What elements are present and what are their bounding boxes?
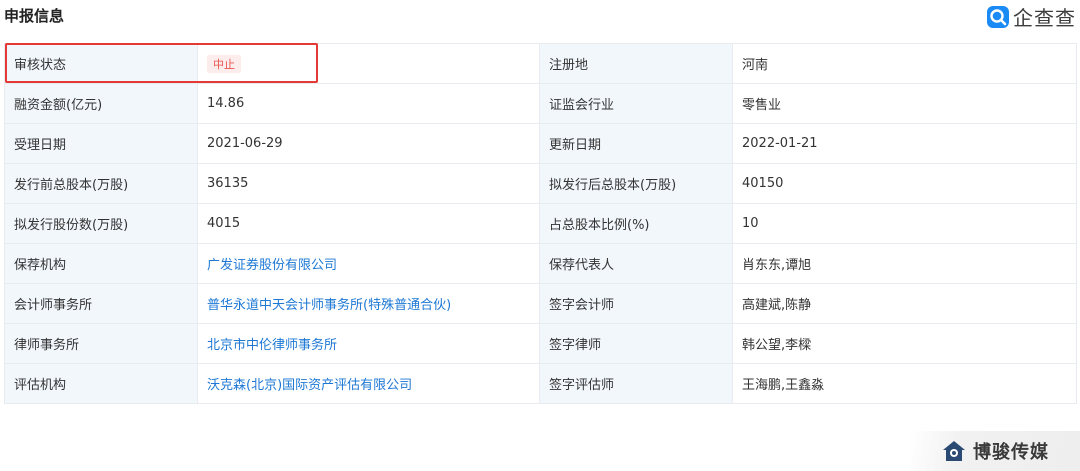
table-row: 受理日期 2021-06-29 更新日期 2022-01-21 [4, 123, 1077, 164]
post-issue-shares-label: 拟发行后总股本(万股) [539, 163, 733, 204]
watermark-text: 博骏传媒 [973, 442, 1049, 463]
registered-place-label: 注册地 [539, 43, 733, 84]
csrc-industry-value: 零售业 [732, 83, 1077, 124]
table-row: 评估机构 沃克森(北京)国际资产评估有限公司 签字评估师 王海鹏,王鑫淼 [4, 363, 1077, 404]
table-row: 拟发行股份数(万股) 4015 占总股本比例(%) 10 [4, 203, 1077, 244]
table-row: 会计师事务所 普华永道中天会计师事务所(特殊普通合伙) 签字会计师 高建斌,陈静 [4, 283, 1077, 324]
sponsor-rep-value: 肖东东,谭旭 [732, 243, 1077, 284]
declaration-info-table: 审核状态 中止 注册地 河南 融资金额(亿元) 14.86 证监会行业 零售业 … [4, 43, 1077, 404]
signing-appraiser-value: 王海鹏,王鑫淼 [732, 363, 1077, 404]
post-issue-shares-value: 40150 [732, 163, 1077, 204]
financing-amount-value: 14.86 [197, 83, 540, 124]
acceptance-date-value: 2021-06-29 [197, 123, 540, 164]
law-firm-link[interactable]: 北京市中伦律师事务所 [207, 338, 337, 353]
section-title: 申报信息 [4, 7, 65, 25]
table-row: 发行前总股本(万股) 36135 拟发行后总股本(万股) 40150 [4, 163, 1077, 204]
issue-shares-label: 拟发行股份数(万股) [4, 203, 198, 244]
watermark: 博骏传媒 [910, 431, 1080, 471]
brand-logo[interactable]: 企查查 [987, 2, 1076, 31]
bojun-logo-icon [941, 438, 967, 464]
qichacha-logo-icon [987, 5, 1009, 28]
acceptance-date-label: 受理日期 [4, 123, 198, 164]
table-row: 保荐机构 广发证券股份有限公司 保荐代表人 肖东东,谭旭 [4, 243, 1077, 284]
sponsor-cell: 广发证券股份有限公司 [197, 243, 540, 284]
law-firm-label: 律师事务所 [4, 323, 198, 364]
pre-issue-shares-value: 36135 [197, 163, 540, 204]
accounting-firm-cell: 普华永道中天会计师事务所(特殊普通合伙) [197, 283, 540, 324]
table-row: 融资金额(亿元) 14.86 证监会行业 零售业 [4, 83, 1077, 124]
accounting-firm-link[interactable]: 普华永道中天会计师事务所(特殊普通合伙) [207, 298, 451, 313]
pre-issue-shares-label: 发行前总股本(万股) [4, 163, 198, 204]
csrc-industry-label: 证监会行业 [539, 83, 733, 124]
sponsor-label: 保荐机构 [4, 243, 198, 284]
signing-appraiser-label: 签字评估师 [539, 363, 733, 404]
registered-place-value: 河南 [732, 43, 1077, 84]
appraisal-firm-label: 评估机构 [4, 363, 198, 404]
signing-accountant-value: 高建斌,陈静 [732, 283, 1077, 324]
appraisal-firm-link[interactable]: 沃克森(北京)国际资产评估有限公司 [207, 378, 412, 393]
sponsor-rep-label: 保荐代表人 [539, 243, 733, 284]
share-ratio-label: 占总股本比例(%) [539, 203, 733, 244]
section-header: 申报信息 企查查 [0, 0, 1080, 30]
update-date-value: 2022-01-21 [732, 123, 1077, 164]
financing-amount-label: 融资金额(亿元) [4, 83, 198, 124]
share-ratio-value: 10 [732, 203, 1077, 244]
accounting-firm-label: 会计师事务所 [4, 283, 198, 324]
table-row: 审核状态 中止 注册地 河南 [4, 43, 1077, 84]
brand-name: 企查查 [1013, 6, 1076, 30]
table-row: 律师事务所 北京市中伦律师事务所 签字律师 韩公望,李樑 [4, 323, 1077, 364]
status-badge: 中止 [207, 54, 241, 73]
signing-lawyer-label: 签字律师 [539, 323, 733, 364]
law-firm-cell: 北京市中伦律师事务所 [197, 323, 540, 364]
review-status-value: 中止 [197, 43, 540, 84]
update-date-label: 更新日期 [539, 123, 733, 164]
appraisal-firm-cell: 沃克森(北京)国际资产评估有限公司 [197, 363, 540, 404]
signing-lawyer-value: 韩公望,李樑 [732, 323, 1077, 364]
sponsor-link[interactable]: 广发证券股份有限公司 [207, 258, 337, 273]
issue-shares-value: 4015 [197, 203, 540, 244]
signing-accountant-label: 签字会计师 [539, 283, 733, 324]
review-status-label: 审核状态 [4, 43, 198, 84]
